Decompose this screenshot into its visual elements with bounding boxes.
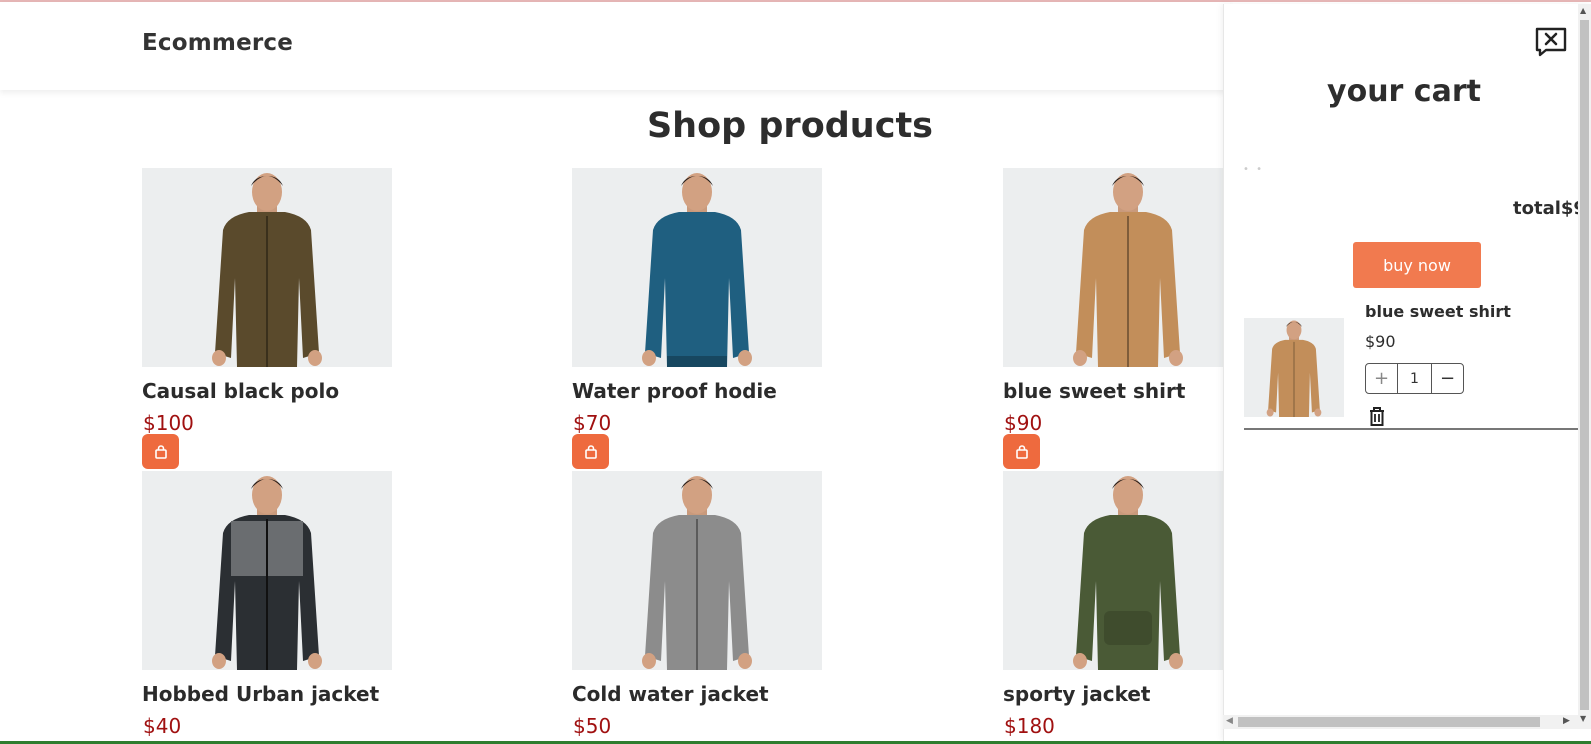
- product-card: Causal black polo $100: [142, 168, 402, 469]
- product-card: Cold water jacket $50: [572, 471, 832, 738]
- scroll-up-icon[interactable]: ▲: [1580, 6, 1586, 15]
- product-image[interactable]: [142, 168, 392, 367]
- product-image[interactable]: [572, 168, 822, 367]
- buy-now-button[interactable]: buy now: [1353, 242, 1481, 288]
- product-image[interactable]: [1003, 471, 1223, 670]
- product-price: $180: [1004, 714, 1055, 738]
- product-image[interactable]: [142, 471, 392, 670]
- product-name: Water proof hodie: [572, 379, 777, 403]
- product-price: $100: [143, 411, 194, 435]
- product-name: blue sweet shirt: [1003, 379, 1186, 403]
- shopping-bag-icon: [154, 444, 167, 459]
- shopping-bag-icon: [584, 444, 597, 459]
- cart-item-image: [1244, 318, 1344, 417]
- close-cart-button[interactable]: [1534, 26, 1568, 58]
- brand-logo[interactable]: Ecommerce: [142, 30, 293, 56]
- product-image[interactable]: [1003, 168, 1223, 367]
- product-model-image: [1073, 476, 1183, 670]
- scrollbar-thumb[interactable]: [1580, 20, 1589, 710]
- horizontal-scrollbar[interactable]: ◀ ▶: [1223, 715, 1580, 729]
- cart-panel: your cart • • total$90 buy now blue swee…: [1223, 4, 1591, 741]
- scroll-down-icon[interactable]: ▼: [1580, 714, 1586, 723]
- cart-item-divider: [1244, 428, 1584, 430]
- product-card: Hobbed Urban jacket $40: [142, 471, 402, 738]
- remove-item-button[interactable]: [1365, 404, 1389, 428]
- quantity-value[interactable]: 1: [1397, 364, 1432, 393]
- quantity-stepper: + 1 −: [1365, 363, 1464, 394]
- close-icon: [1535, 27, 1567, 57]
- trash-icon: [1370, 407, 1384, 426]
- product-model-image: [212, 173, 322, 367]
- increase-quantity-button[interactable]: +: [1366, 364, 1397, 393]
- cart-title: your cart: [1327, 74, 1481, 109]
- vertical-scrollbar[interactable]: ▲ ▼: [1578, 4, 1591, 729]
- product-price: $90: [1004, 411, 1043, 435]
- product-model-image: [212, 476, 322, 670]
- scroll-right-icon[interactable]: ▶: [1563, 716, 1570, 726]
- product-model-image: [642, 476, 752, 670]
- add-to-cart-button[interactable]: [142, 434, 179, 469]
- product-image[interactable]: [572, 471, 822, 670]
- product-price: $50: [573, 714, 612, 738]
- scroll-left-icon[interactable]: ◀: [1226, 716, 1233, 726]
- product-model-image: [642, 173, 752, 367]
- product-price: $40: [143, 714, 182, 738]
- cart-item-price: $90: [1365, 332, 1396, 351]
- cart-item-model-image: [1266, 320, 1322, 417]
- product-card: Water proof hodie $70: [572, 168, 832, 469]
- scrollbar-thumb[interactable]: [1238, 717, 1540, 727]
- add-to-cart-button[interactable]: [572, 434, 609, 469]
- product-model-image: [1073, 173, 1183, 367]
- loading-dots: • •: [1243, 164, 1264, 175]
- product-name: Cold water jacket: [572, 682, 769, 706]
- product-price: $70: [573, 411, 612, 435]
- add-to-cart-button[interactable]: [1003, 434, 1040, 469]
- page-title: Shop products: [646, 106, 934, 146]
- cart-item-name: blue sweet shirt: [1365, 302, 1511, 321]
- decrease-quantity-button[interactable]: −: [1432, 364, 1463, 393]
- product-name: Causal black polo: [142, 379, 340, 403]
- navbar: Ecommerce: [0, 2, 1230, 90]
- shopping-bag-icon: [1015, 444, 1028, 459]
- product-name: sporty jacket: [1003, 682, 1151, 706]
- product-name: Hobbed Urban jacket: [142, 682, 380, 706]
